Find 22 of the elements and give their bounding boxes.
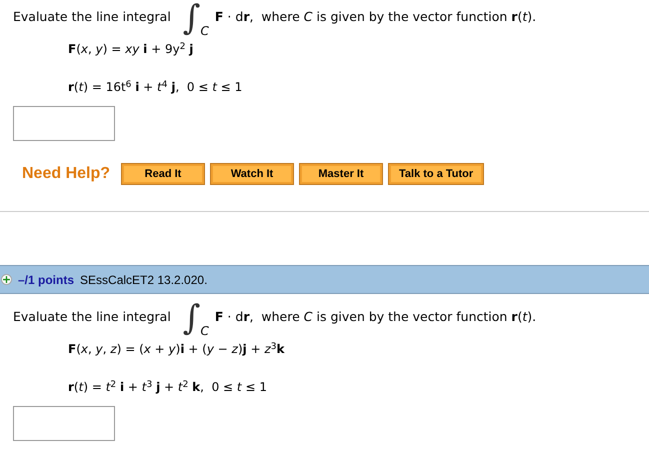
answer-field[interactable] (13, 106, 115, 141)
help-button[interactable]: Master It (300, 164, 382, 184)
integral-subscript: C (200, 23, 209, 40)
problem-text: Evaluate the line integral (13, 8, 171, 26)
expand-icon[interactable]: + (1, 274, 12, 285)
help-button[interactable]: Watch It (211, 164, 294, 184)
equation: F(x, y) = xy i + 9y$^{2}$ j (68, 40, 194, 58)
help-button[interactable]: Talk to a Tutor (389, 164, 484, 184)
problem-text: Evaluate the line integral (13, 308, 171, 326)
equation: r(t) = t$^{2}$ i + t$^{3}$ j + t$^{2}$ k, 0 ≤ t ≤ 1 (68, 378, 268, 396)
help-button[interactable]: Read It (122, 164, 204, 184)
problem-source: SEssCalcET2 13.2.020. (80, 272, 208, 288)
integral-subscript: C (200, 323, 209, 340)
integral-sign: ∫ (182, 0, 201, 36)
answer-field[interactable] (13, 406, 115, 441)
points-label: –/1 points (18, 272, 74, 288)
equation: r(t) = 16t$^{6}$ i + t$^{4}$ j, 0 ≤ t ≤ 1 (68, 78, 244, 96)
integral-sign: ∫ (182, 300, 201, 336)
need-help-label: Need Help? (22, 164, 110, 184)
problem-text: F · dr, where C is given by the vector function r(t). (214, 308, 536, 326)
problem-text: F · dr, where C is given by the vector function r(t). (214, 8, 536, 26)
equation: F(x, y, z) = (x + y)i + (y − z)j + z$^{3}$k (68, 340, 286, 358)
